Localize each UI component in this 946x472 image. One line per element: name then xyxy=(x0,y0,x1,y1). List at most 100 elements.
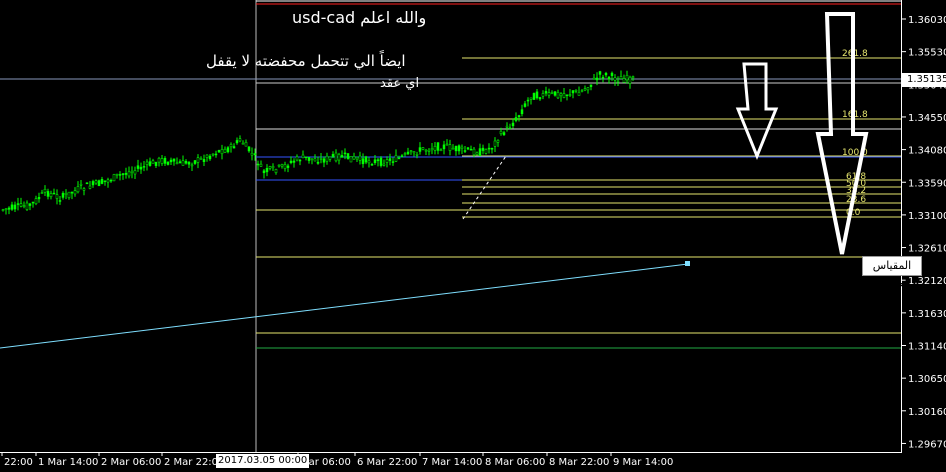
candle-body xyxy=(571,90,575,94)
candle-body xyxy=(199,157,203,160)
candle-body xyxy=(538,97,542,100)
candle-body xyxy=(142,166,146,168)
candle-body xyxy=(196,157,200,163)
candle-body xyxy=(352,156,356,160)
candle-body xyxy=(115,173,119,176)
candle-body xyxy=(193,160,197,164)
candle-body xyxy=(343,152,347,155)
candle-body xyxy=(388,158,392,161)
candle-body xyxy=(427,149,431,152)
candle-body xyxy=(277,164,281,167)
candle-body xyxy=(202,159,206,163)
candle-body xyxy=(187,162,191,165)
candle-body xyxy=(205,154,209,158)
candle-body xyxy=(625,75,629,81)
candle-body xyxy=(112,174,116,182)
current-price-label: 1.35135 xyxy=(902,73,946,87)
candle-body xyxy=(106,179,110,183)
candle-body xyxy=(409,150,413,152)
down-arrow-short[interactable] xyxy=(735,62,779,161)
candle-body xyxy=(499,130,503,135)
candle-body xyxy=(91,181,95,186)
candle-body xyxy=(400,155,404,157)
fib-label: 161.8 xyxy=(842,110,868,120)
candle-body xyxy=(433,146,437,151)
candle-body xyxy=(466,147,470,150)
candle-body xyxy=(82,188,86,191)
candle-body xyxy=(418,147,422,152)
candle-body xyxy=(385,159,389,163)
candle-body xyxy=(454,146,458,152)
fibonacci-expansion[interactable] xyxy=(462,57,902,218)
candle-body xyxy=(592,77,596,80)
candle-body xyxy=(439,149,443,152)
candle-body xyxy=(295,156,299,161)
candle-body xyxy=(616,80,620,83)
candle-body xyxy=(490,147,494,150)
price-tick-label: 1.36030 xyxy=(908,15,946,26)
candle-body xyxy=(589,84,593,87)
candle-body xyxy=(100,179,104,184)
time-tick-label: 6 Mar 22:00 xyxy=(357,457,417,468)
candle-body xyxy=(415,154,419,156)
candle-body xyxy=(286,165,290,168)
candle-body xyxy=(478,148,482,156)
time-axis[interactable]: 22:00 1 Mar 14:00 2 Mar 06:00 2 Mar 22:00 Ma… xyxy=(1,452,673,468)
candle-body xyxy=(229,144,233,148)
time-tick-label: 8 Mar 22:00 xyxy=(549,457,609,468)
candle-body xyxy=(532,92,536,100)
candle-body xyxy=(607,76,611,80)
annotation-text-2[interactable]: ايضاً الي تتحمل محفضته لا يقفل xyxy=(206,52,406,70)
candle-body xyxy=(469,148,473,151)
candle-body xyxy=(250,152,254,156)
candle-body xyxy=(376,159,380,162)
candle-body xyxy=(274,169,278,173)
time-tick-label: 2 Mar 06:00 xyxy=(101,457,161,468)
candle-body xyxy=(136,165,140,169)
fib-label: 23.6 xyxy=(846,195,866,205)
candle-body xyxy=(25,202,29,210)
trendline-handle[interactable] xyxy=(685,261,690,266)
candle-body xyxy=(547,92,551,96)
price-tick-label: 1.31140 xyxy=(908,342,946,353)
candle-body xyxy=(304,156,308,159)
price-tick-label: 1.35530 xyxy=(908,48,946,59)
candle-body xyxy=(163,157,167,164)
candle-body xyxy=(604,72,608,76)
candle-body xyxy=(124,172,128,175)
candle-body xyxy=(139,166,143,170)
candle-body xyxy=(562,93,566,98)
price-tick-label: 1.31630 xyxy=(908,309,946,320)
candle-body xyxy=(262,170,266,174)
candle-body xyxy=(49,193,53,197)
candle-body xyxy=(235,140,239,144)
candle-body xyxy=(508,127,512,130)
candle-body xyxy=(211,153,215,156)
candle-body xyxy=(451,147,455,150)
candle-body xyxy=(535,91,539,99)
price-tick-label: 1.32120 xyxy=(908,276,946,287)
candle-body xyxy=(523,103,527,107)
annotation-text-1[interactable]: والله اعلم usd-cad xyxy=(292,8,426,27)
annotation-text-3[interactable]: اي عقد xyxy=(380,76,419,91)
candle-body xyxy=(355,156,359,160)
candle-body xyxy=(145,161,149,165)
price-tick-label: 1.34550 xyxy=(908,113,946,124)
candle-body xyxy=(568,94,572,96)
trendline[interactable] xyxy=(0,263,689,349)
candle-body xyxy=(529,97,533,100)
candle-body xyxy=(1,209,5,211)
candle-body xyxy=(247,146,251,152)
candle-body xyxy=(121,173,125,175)
candle-body xyxy=(445,143,449,146)
candle-body xyxy=(268,166,272,169)
candle-body xyxy=(397,157,401,160)
candle-body xyxy=(103,180,107,182)
candle-body xyxy=(310,158,314,160)
candle-body xyxy=(613,77,617,81)
candle-body xyxy=(412,151,416,154)
candle-body xyxy=(559,93,563,97)
price-chart[interactable]: 261.8 161.8 100.0 61.8 50.0 38.2 23.6 0.… xyxy=(0,0,946,472)
candle-body xyxy=(487,147,491,150)
time-tick-label: 22:00 xyxy=(4,457,33,468)
